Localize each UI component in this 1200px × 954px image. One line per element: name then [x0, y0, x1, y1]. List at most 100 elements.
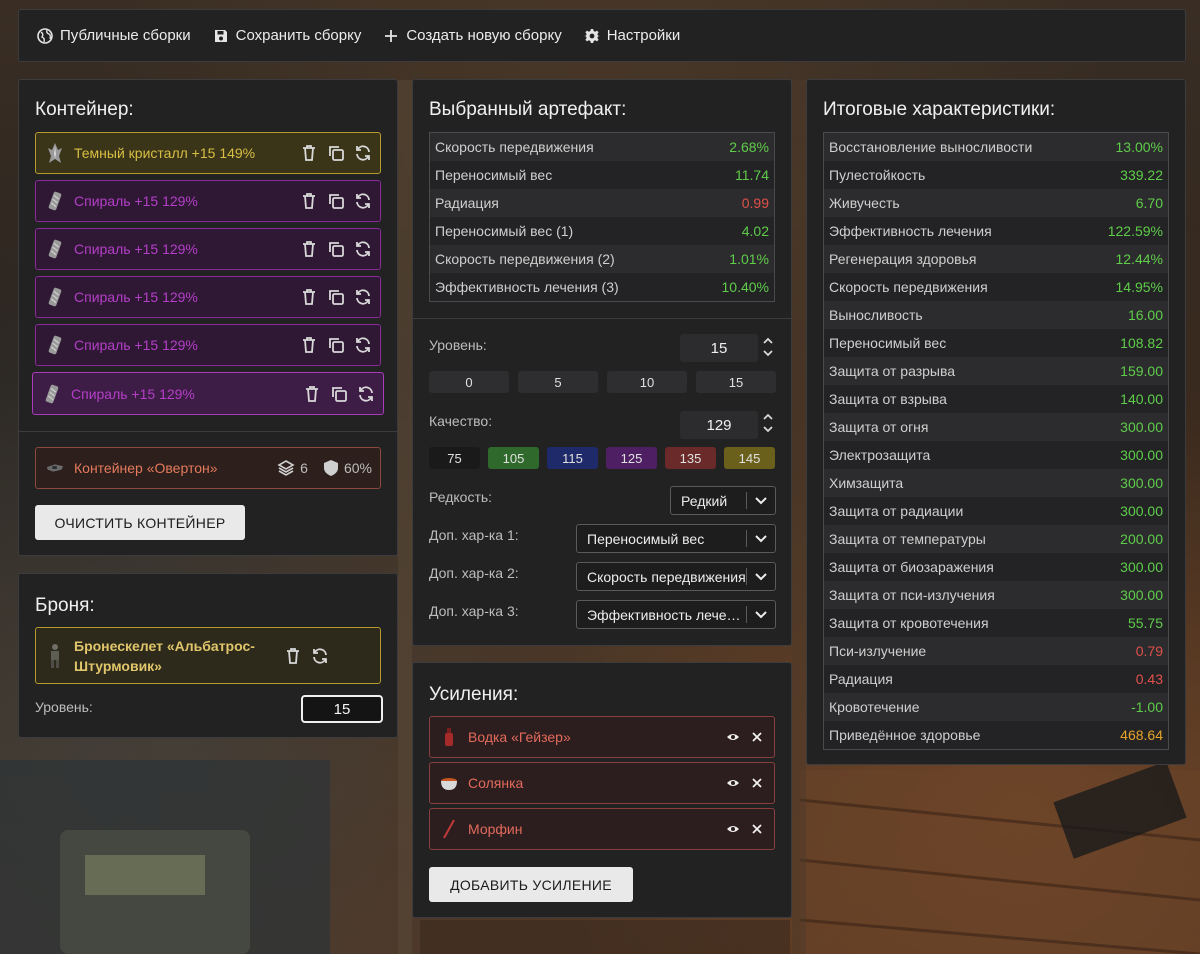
- public-builds-link[interactable]: Публичные сборки: [37, 27, 191, 44]
- chevron-down-icon[interactable]: [762, 424, 774, 434]
- stat-value: 300.00: [1120, 419, 1163, 435]
- boost-item[interactable]: Солянка: [429, 762, 775, 804]
- copy-icon[interactable]: [327, 336, 345, 354]
- chevron-down-icon: [755, 534, 767, 542]
- container-slot[interactable]: Спираль +15 129%: [35, 324, 381, 366]
- refresh-icon[interactable]: [357, 385, 375, 403]
- boost-icon: [440, 818, 458, 840]
- refresh-icon[interactable]: [354, 144, 372, 162]
- copy-icon[interactable]: [327, 144, 345, 162]
- artifact-title: Выбранный артефакт:: [429, 99, 627, 120]
- boost-item[interactable]: Водка «Гейзер»: [429, 716, 775, 758]
- stat-row: Кровотечение -1.00: [824, 693, 1168, 721]
- trash-icon[interactable]: [300, 240, 318, 258]
- extra3-select[interactable]: Эффективность лечения: [576, 600, 776, 629]
- extra1-select[interactable]: Переносимый вес: [576, 524, 776, 553]
- trash-icon[interactable]: [284, 647, 302, 665]
- copy-icon[interactable]: [327, 192, 345, 210]
- extra1-value: Переносимый вес: [587, 530, 705, 547]
- stat-row: Защита от пси-излучения 300.00: [824, 581, 1168, 609]
- container-slot[interactable]: Спираль +15 129%: [32, 372, 384, 415]
- close-icon[interactable]: [750, 822, 764, 836]
- container-slot[interactable]: Спираль +15 129%: [35, 228, 381, 270]
- eye-icon[interactable]: [726, 730, 740, 744]
- extra2-label: Доп. хар-ка 2:: [429, 565, 519, 581]
- level-preset-button[interactable]: 0: [429, 371, 509, 393]
- gear-icon: [583, 28, 600, 43]
- stat-name: Переносимый вес (1): [435, 223, 574, 239]
- settings-button[interactable]: Настройки: [583, 27, 680, 44]
- stat-row: Защита от кровотечения 55.75: [824, 609, 1168, 637]
- slot-label: Спираль +15 129%: [74, 241, 198, 257]
- refresh-icon[interactable]: [354, 288, 372, 306]
- refresh-icon[interactable]: [354, 192, 372, 210]
- chevron-down-icon[interactable]: [762, 348, 774, 358]
- eye-icon[interactable]: [726, 776, 740, 790]
- create-build-button[interactable]: Создать новую сборку: [383, 27, 562, 44]
- extra1-label: Доп. хар-ка 1:: [429, 527, 519, 543]
- trash-icon[interactable]: [300, 288, 318, 306]
- armor-title: Броня:: [35, 595, 95, 616]
- extra2-select[interactable]: Скорость передвижения: [576, 562, 776, 591]
- refresh-icon[interactable]: [311, 647, 329, 665]
- stat-row: Химзащита 300.00: [824, 469, 1168, 497]
- stat-value: 339.22: [1120, 167, 1163, 183]
- refresh-icon[interactable]: [354, 336, 372, 354]
- level-preset-button[interactable]: 15: [696, 371, 776, 393]
- stat-name: Защита от разрыва: [829, 363, 956, 379]
- stat-name: Восстановление выносливости: [829, 139, 1033, 155]
- container-item[interactable]: Контейнер «Овертон» 6 60%: [35, 447, 381, 489]
- quality-spinner[interactable]: [762, 412, 774, 434]
- refresh-icon[interactable]: [354, 240, 372, 258]
- quality-preset-button[interactable]: 125: [606, 447, 657, 469]
- slot-label: Спираль +15 129%: [74, 193, 198, 209]
- stat-value: 16.00: [1127, 307, 1163, 323]
- copy-icon[interactable]: [327, 288, 345, 306]
- container-slot[interactable]: Спираль +15 129%: [35, 276, 381, 318]
- stat-value: 122.59%: [1107, 223, 1163, 239]
- container-slot[interactable]: Спираль +15 129%: [35, 180, 381, 222]
- copy-icon[interactable]: [327, 240, 345, 258]
- trash-icon[interactable]: [300, 192, 318, 210]
- container-capacity: 6: [300, 460, 308, 476]
- plus-icon: [385, 29, 398, 42]
- chevron-up-icon[interactable]: [762, 336, 774, 346]
- level-input[interactable]: 15: [680, 334, 758, 362]
- armor-level-input[interactable]: 15: [301, 695, 383, 723]
- stat-name: Эффективность лечения (3): [435, 279, 619, 295]
- stat-name: Переносимый вес: [435, 167, 553, 183]
- level-preset-button[interactable]: 5: [518, 371, 598, 393]
- stat-value: 14.95%: [1115, 279, 1163, 295]
- eye-icon[interactable]: [726, 822, 740, 836]
- stat-value: 0.99: [741, 195, 769, 211]
- stat-row: Переносимый вес 11.74: [430, 161, 774, 189]
- save-build-button[interactable]: Сохранить сборку: [213, 27, 361, 44]
- quality-value: 129: [706, 416, 732, 434]
- armor-slot[interactable]: Бронескелет «Альбатрос-Штурмовик»: [35, 627, 381, 684]
- copy-icon[interactable]: [330, 385, 348, 403]
- trash-icon[interactable]: [300, 336, 318, 354]
- quality-preset-button[interactable]: 75: [429, 447, 480, 469]
- close-icon[interactable]: [750, 730, 764, 744]
- level-spinner[interactable]: [762, 336, 774, 358]
- stat-value: -1.00: [1131, 699, 1163, 715]
- rarity-select[interactable]: Редкий: [670, 486, 776, 515]
- quality-preset-button[interactable]: 145: [724, 447, 775, 469]
- quality-preset-button[interactable]: 115: [547, 447, 598, 469]
- layers-icon: [277, 460, 295, 476]
- trash-icon[interactable]: [300, 144, 318, 162]
- add-boost-button[interactable]: ДОБАВИТЬ УСИЛЕНИЕ: [429, 867, 633, 902]
- quality-preset-button[interactable]: 105: [488, 447, 539, 469]
- boost-item[interactable]: Морфин: [429, 808, 775, 850]
- close-icon[interactable]: [750, 776, 764, 790]
- quality-input[interactable]: 129: [680, 411, 758, 439]
- level-preset-button[interactable]: 10: [607, 371, 687, 393]
- quality-preset-button[interactable]: 135: [665, 447, 716, 469]
- stat-value: 55.75: [1127, 615, 1163, 631]
- chevron-up-icon[interactable]: [762, 412, 774, 422]
- clear-container-button[interactable]: ОЧИСТИТЬ КОНТЕЙНЕР: [35, 505, 245, 540]
- trash-icon[interactable]: [303, 385, 321, 403]
- container-slot[interactable]: Темный кристалл +15 149%: [35, 132, 381, 174]
- stat-name: Приведённое здоровье: [829, 727, 981, 743]
- artifact-icon: [46, 238, 64, 260]
